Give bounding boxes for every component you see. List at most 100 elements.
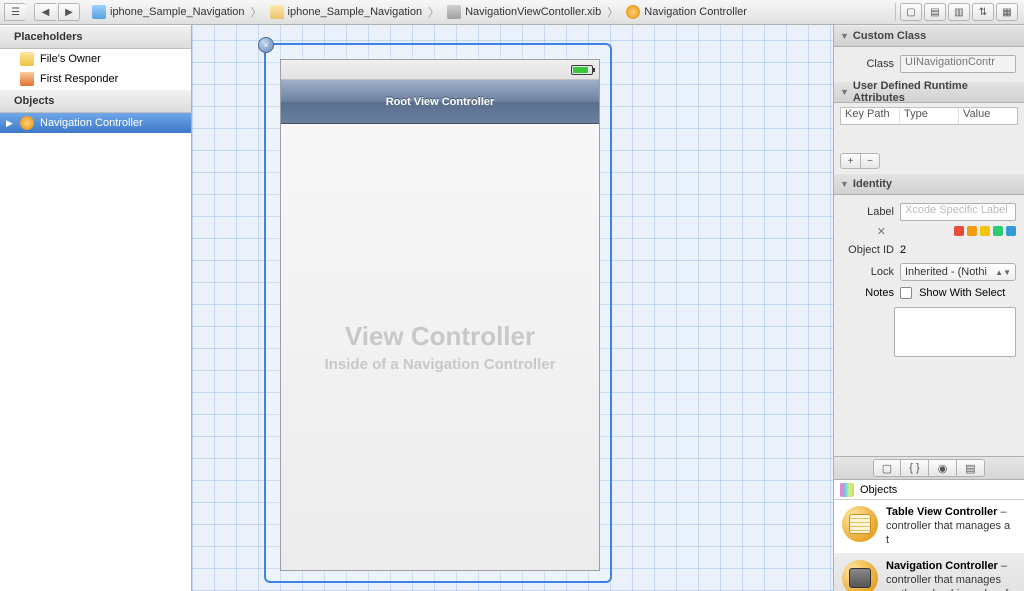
label-field[interactable]: Xcode Specific Label xyxy=(900,203,1016,221)
placeholder-subtitle: Inside of a Navigation Controller xyxy=(325,356,556,373)
custom-class-header[interactable]: ▼ Custom Class xyxy=(834,25,1024,47)
objectid-value: 2 xyxy=(900,244,906,256)
objects-icon xyxy=(840,483,854,497)
runtime-attrs-header[interactable]: ▼ User Defined Runtime Attributes xyxy=(834,81,1024,103)
disclosure-triangle-icon[interactable]: ▼ xyxy=(840,179,849,189)
history-nav: ◀ ▶ xyxy=(34,3,82,21)
canvas[interactable]: × Root View Controller View Controller I… xyxy=(192,25,833,591)
color-swatch[interactable] xyxy=(1006,226,1016,236)
clear-icon[interactable]: ✕ xyxy=(877,225,886,238)
object-library-tab[interactable]: ◉ xyxy=(929,459,957,477)
content-placeholder[interactable]: View Controller Inside of a Navigation C… xyxy=(281,124,599,570)
notes-checkbox[interactable] xyxy=(900,287,912,299)
color-swatch[interactable] xyxy=(954,226,964,236)
library-text: Table View Controller – controller that … xyxy=(886,506,1016,547)
section-title: Custom Class xyxy=(853,30,926,42)
section-title: User Defined Runtime Attributes xyxy=(853,80,1018,104)
section-title: Identity xyxy=(853,178,892,190)
selection-frame[interactable]: × Root View Controller View Controller I… xyxy=(264,43,612,583)
media-library-tab[interactable]: ▤ xyxy=(957,459,985,477)
navigation-bar[interactable]: Root View Controller xyxy=(281,80,599,124)
identity-header[interactable]: ▼ Identity xyxy=(834,173,1024,195)
folder-icon xyxy=(270,5,284,19)
cube-icon xyxy=(20,52,34,66)
chevron-updown-icon: ▲▼ xyxy=(995,268,1011,277)
placeholder-title: View Controller xyxy=(345,321,535,352)
version-editor-button[interactable]: ▥ xyxy=(948,3,970,21)
color-swatch[interactable] xyxy=(967,226,977,236)
status-bar xyxy=(281,60,599,80)
col-keypath: Key Path xyxy=(841,108,900,124)
battery-icon xyxy=(571,65,593,75)
crumb-label: iphone_Sample_Navigation xyxy=(110,6,245,18)
color-swatch[interactable] xyxy=(993,226,1003,236)
nav-controller-icon xyxy=(20,116,34,130)
chevron-right-icon: 〉 xyxy=(428,4,439,20)
toggle-utilities-button[interactable]: ▦ xyxy=(996,3,1018,21)
add-button[interactable]: + xyxy=(840,153,860,169)
back-button[interactable]: ◀ xyxy=(34,3,56,21)
crumb-object[interactable]: Navigation Controller xyxy=(622,5,751,19)
library-title: Objects xyxy=(860,484,897,496)
nav-title: Root View Controller xyxy=(386,96,495,108)
library-header[interactable]: Objects xyxy=(834,480,1024,500)
outline-label: First Responder xyxy=(40,73,118,85)
jump-bar: ☰ ◀ ▶ iphone_Sample_Navigation 〉 iphone_… xyxy=(0,0,1024,25)
section-title: Objects xyxy=(14,95,54,107)
disclosure-triangle-icon[interactable]: ▶ xyxy=(6,118,13,129)
disclosure-triangle-icon[interactable]: ▼ xyxy=(840,87,849,97)
library-item[interactable]: Navigation Controller – controller that … xyxy=(834,554,1024,591)
library-thumb xyxy=(842,560,878,591)
lock-value: Inherited - (Nothi xyxy=(905,266,987,278)
library-item[interactable]: Table View Controller – controller that … xyxy=(834,500,1024,554)
crumb-label: NavigationViewContoller.xib xyxy=(465,6,601,18)
standard-editor-button[interactable]: ▢ xyxy=(900,3,922,21)
label-label: Label xyxy=(842,206,894,218)
chevron-right-icon: 〉 xyxy=(607,4,618,20)
forward-button[interactable]: ▶ xyxy=(58,3,80,21)
breadcrumb: iphone_Sample_Navigation 〉 iphone_Sample… xyxy=(88,4,895,20)
section-title: Placeholders xyxy=(14,31,82,43)
class-label: Class xyxy=(842,58,894,70)
lock-label: Lock xyxy=(842,266,894,278)
file-template-tab[interactable]: ▢ xyxy=(873,459,901,477)
xib-icon xyxy=(447,5,461,19)
editor-mode-toolbar: ▢ ▤ ▥ ⇅ ▦ xyxy=(895,3,1020,21)
lock-select[interactable]: Inherited - (Nothi ▲▼ xyxy=(900,263,1016,281)
col-type: Type xyxy=(900,108,959,124)
notes-label: Notes xyxy=(842,287,894,299)
crumb-file[interactable]: NavigationViewContoller.xib 〉 xyxy=(443,4,622,20)
disclosure-triangle-icon[interactable]: ▼ xyxy=(840,31,849,41)
object-library-list[interactable]: Table View Controller – controller that … xyxy=(834,500,1024,591)
col-value: Value xyxy=(959,108,1017,124)
related-menu[interactable]: ☰ xyxy=(4,3,28,21)
related-icon[interactable]: ☰ xyxy=(4,3,26,21)
placeholders-header: Placeholders xyxy=(0,25,191,49)
runtime-attrs-table[interactable]: Key Path Type Value xyxy=(840,107,1018,125)
close-icon[interactable]: × xyxy=(258,37,274,53)
crumb-project[interactable]: iphone_Sample_Navigation 〉 xyxy=(88,4,266,20)
simulated-device[interactable]: Root View Controller View Controller Ins… xyxy=(280,59,600,571)
notes-check-label: Show With Select xyxy=(919,287,1005,299)
remove-button[interactable]: − xyxy=(860,153,880,169)
assistant-editor-button[interactable]: ▤ xyxy=(924,3,946,21)
objectid-label: Object ID xyxy=(842,244,894,256)
outline-label: File's Owner xyxy=(40,53,101,65)
outline-files-owner[interactable]: File's Owner xyxy=(0,49,191,69)
crumb-folder[interactable]: iphone_Sample_Navigation 〉 xyxy=(266,4,444,20)
nav-controller-icon xyxy=(626,5,640,19)
code-snippet-tab[interactable]: { } xyxy=(901,459,929,477)
color-swatch[interactable] xyxy=(980,226,990,236)
project-icon xyxy=(92,5,106,19)
library-tabs: ▢ { } ◉ ▤ xyxy=(834,456,1024,480)
library-thumb xyxy=(842,506,878,542)
notes-textarea[interactable] xyxy=(894,307,1016,357)
library-text: Navigation Controller – controller that … xyxy=(886,560,1016,591)
color-swatches xyxy=(954,226,1016,236)
crumb-label: iphone_Sample_Navigation xyxy=(288,6,423,18)
outline-navigation-controller[interactable]: ▶ Navigation Controller xyxy=(0,113,191,133)
class-field[interactable]: UINavigationContr xyxy=(900,55,1016,73)
toggle-debug-button[interactable]: ⇅ xyxy=(972,3,994,21)
cube-icon xyxy=(20,72,34,86)
outline-first-responder[interactable]: First Responder xyxy=(0,69,191,89)
